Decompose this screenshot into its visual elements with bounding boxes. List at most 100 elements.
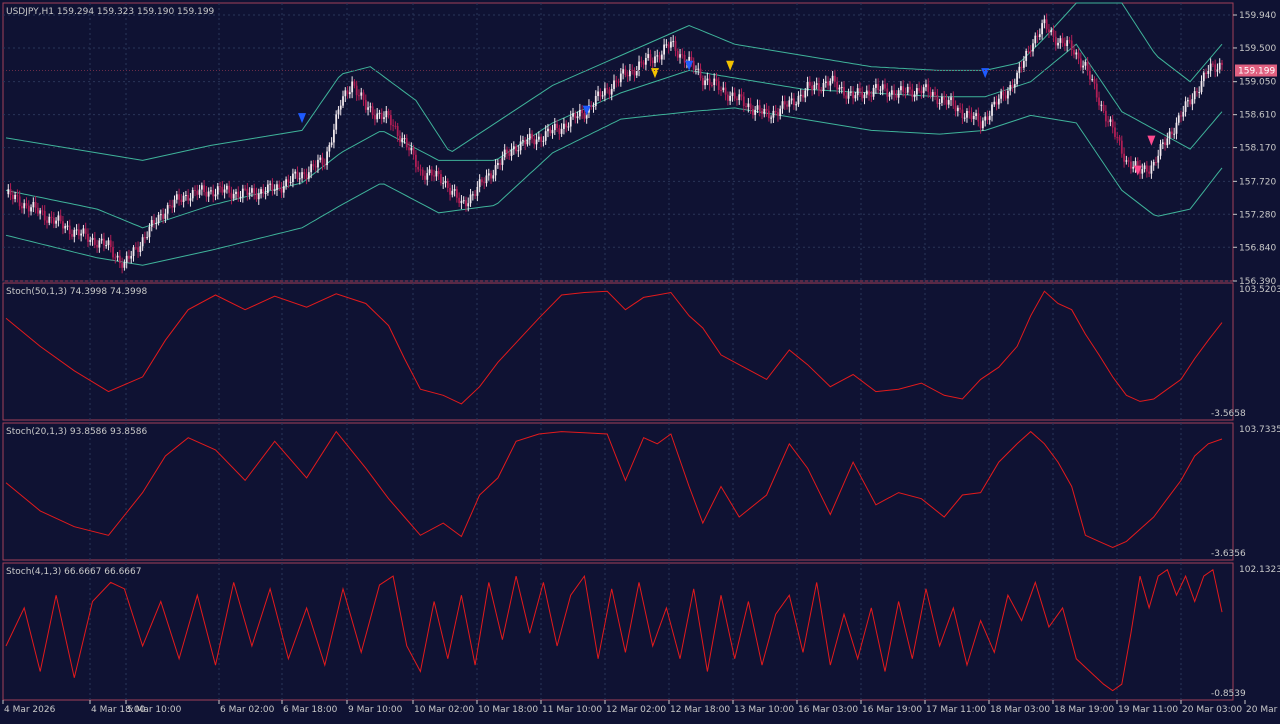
candle-body (1157, 155, 1160, 163)
candle-body (360, 92, 363, 96)
candle-body (670, 41, 672, 48)
candle-body (1100, 104, 1103, 106)
candle-body (48, 216, 51, 223)
candle-body (351, 81, 354, 93)
candle-body (1132, 166, 1135, 169)
candle-body (39, 210, 42, 214)
candle-body (52, 217, 55, 224)
candle-body (1011, 85, 1014, 88)
candle-body (289, 182, 292, 184)
candle-body (956, 107, 959, 112)
candle-body (847, 92, 850, 99)
trading-chart[interactable]: 159.940 159.500 159.050 158.610 158.170 157.7… (0, 0, 1280, 720)
candle-body (55, 220, 57, 224)
candle-body (241, 188, 244, 197)
candle-body (378, 112, 381, 114)
stochastic-ymax-label: 102.1323 (1239, 565, 1280, 575)
candle-body (1009, 85, 1012, 91)
candle-body (508, 153, 511, 156)
candle-body (412, 147, 415, 155)
candle-body (1193, 91, 1196, 100)
candle-body (672, 41, 675, 43)
candle-body (915, 88, 918, 95)
stochastic-ymin-label: -3.6356 (1211, 549, 1246, 559)
candle-body (1171, 131, 1173, 135)
candle-body (178, 194, 180, 200)
candle-body (453, 189, 456, 191)
candle-body (1189, 100, 1192, 105)
candle-body (471, 194, 474, 196)
candle-body (403, 138, 406, 140)
candle-body (943, 96, 946, 100)
candle-body (235, 191, 237, 194)
candle-body (273, 190, 276, 192)
candle-body (1155, 161, 1157, 163)
candle-body (681, 54, 684, 56)
candle-body (50, 216, 53, 218)
candle-body (528, 133, 531, 140)
candle-body (1002, 91, 1005, 96)
candle-body (767, 110, 770, 119)
candle-body (417, 166, 420, 170)
candle-body (788, 100, 791, 107)
candle-body (724, 87, 727, 95)
candle-body (1054, 36, 1057, 46)
candle-body (285, 179, 287, 187)
candle-body (32, 201, 35, 208)
candle-body (282, 186, 285, 193)
candle-body (333, 129, 335, 143)
candle-body (380, 112, 383, 119)
candle-body (1075, 52, 1078, 55)
candle-body (353, 81, 356, 86)
candle-body (708, 78, 711, 85)
candle-body (838, 87, 841, 90)
candle-body (1209, 63, 1212, 71)
stochastic-title-1: Stoch(50,1,3) 74.3998 74.3998 (6, 287, 147, 297)
x-tick-label: 12 Mar 18:00 (670, 705, 730, 715)
candle-body (271, 183, 274, 191)
candle-body (756, 105, 759, 110)
candle-body (312, 164, 315, 167)
stochastic-ymax-label: 103.5203 (1239, 285, 1280, 295)
candle-body (1143, 165, 1146, 170)
candle-body (1022, 60, 1025, 68)
candle-body (114, 257, 117, 259)
candle-body (959, 107, 962, 110)
x-tick-label: 17 Mar 11:00 (926, 705, 986, 715)
candle-body (1091, 79, 1094, 81)
candle-body (1084, 61, 1087, 66)
candle-body (913, 94, 916, 98)
candle-body (608, 89, 611, 95)
candle-body (264, 192, 267, 194)
candle-body (260, 189, 262, 194)
candle-body (255, 193, 258, 200)
candle-body (1159, 144, 1162, 156)
candle-body (137, 247, 139, 252)
candle-body (1114, 127, 1116, 137)
candle-body (927, 84, 930, 92)
candle-body (237, 191, 240, 198)
candle-body (818, 83, 820, 91)
candle-body (396, 126, 399, 136)
candle-body (46, 220, 48, 223)
candle-body (462, 200, 465, 202)
candle-body (726, 94, 729, 101)
candle-body (840, 87, 843, 89)
candle-body (430, 169, 433, 176)
candle-body (551, 130, 554, 134)
stochastic-ymin-label: -3.5658 (1211, 409, 1246, 419)
candle-body (792, 98, 795, 106)
x-tick-label: 6 Mar 02:00 (220, 705, 275, 715)
candle-body (187, 195, 190, 201)
candle-body (118, 255, 121, 264)
candle-body (180, 199, 183, 203)
candle-body (572, 113, 574, 117)
y-tick-label: 159.050 (1239, 78, 1276, 88)
candle-body (1111, 119, 1114, 128)
candle-body (216, 186, 219, 195)
candle-body (125, 255, 128, 263)
candle-body (34, 201, 37, 208)
candle-body (1130, 161, 1132, 169)
candle-body (567, 126, 570, 128)
candle-body (991, 104, 993, 116)
